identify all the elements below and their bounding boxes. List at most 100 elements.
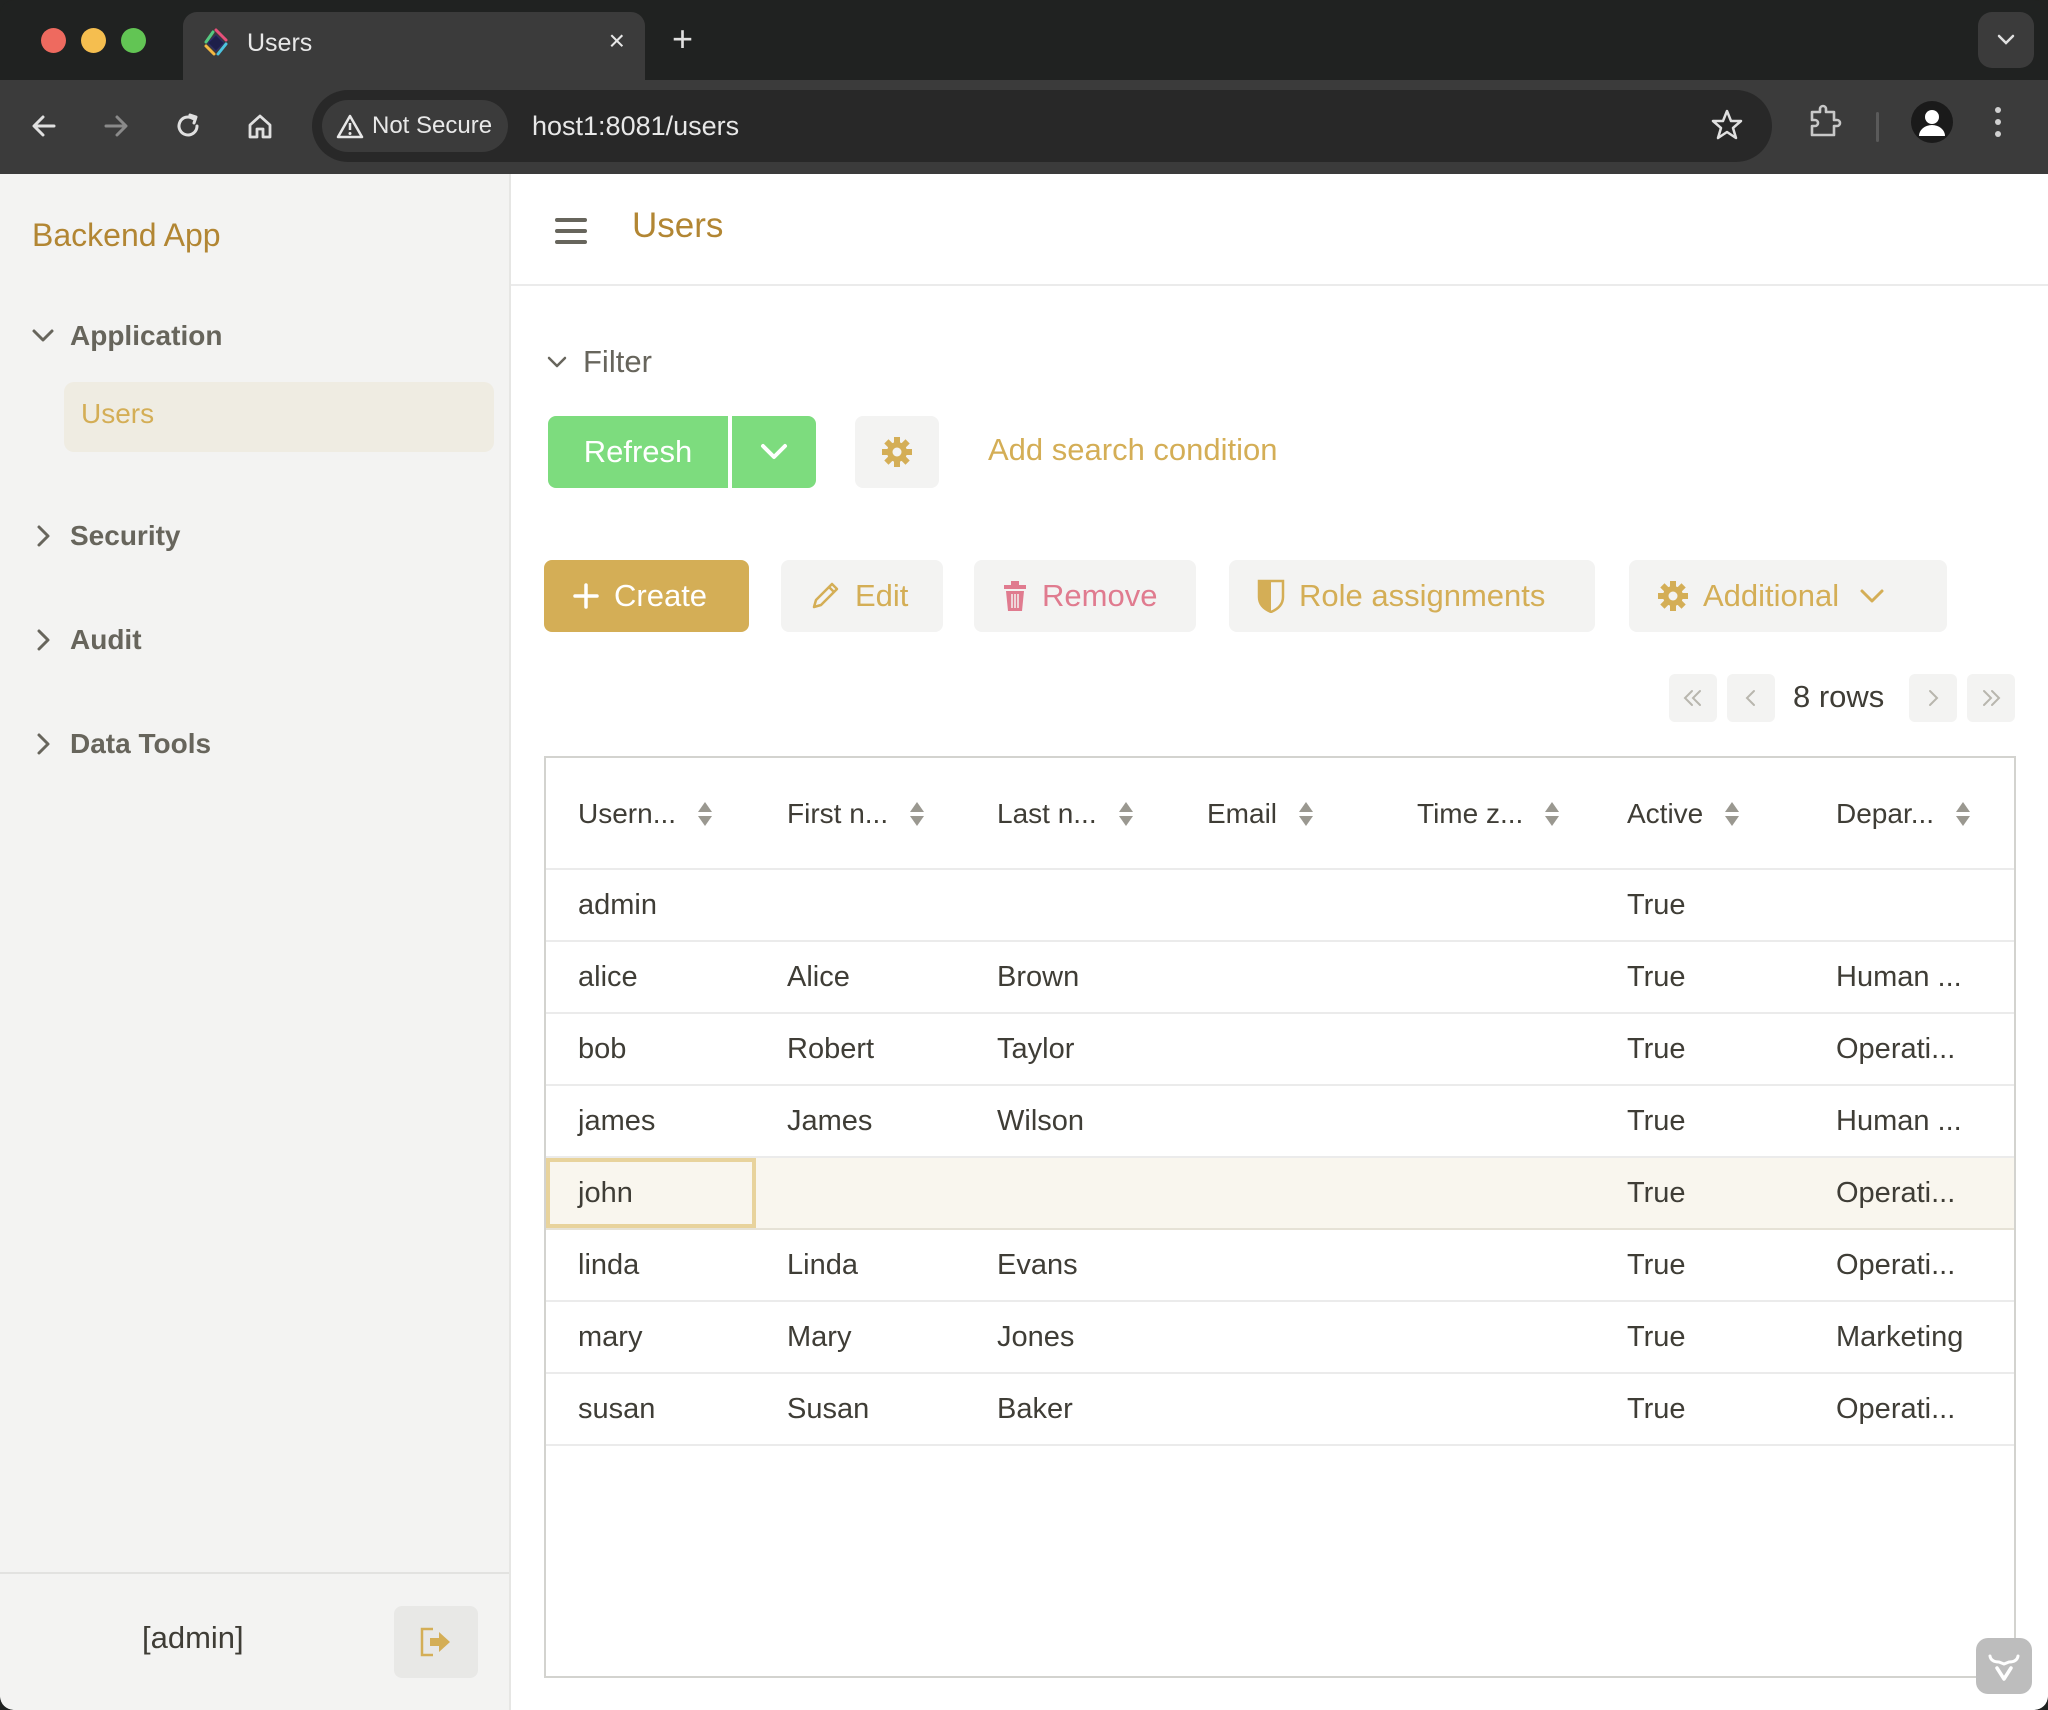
cell-username[interactable]: admin [578,870,657,940]
menu-toggle-button[interactable] [555,218,587,244]
column-header-email[interactable]: Email [1207,794,1314,834]
reload-button[interactable] [164,102,212,150]
security-indicator[interactable]: Not Secure [322,100,509,152]
back-button[interactable] [20,102,68,150]
cell-username[interactable]: susan [578,1374,655,1444]
cell-username[interactable]: james [578,1086,655,1156]
cell-active[interactable]: True [1627,942,1686,1012]
table-row[interactable]: mary Mary Jones True Marketing [546,1302,2014,1374]
table-row[interactable]: alice Alice Brown True Human ... [546,942,2014,1014]
logout-button[interactable] [394,1606,478,1678]
cell-active[interactable]: True [1627,1374,1686,1444]
sidebar-item-users[interactable]: Users [64,382,494,452]
column-header-department[interactable]: Depar... [1836,794,1971,834]
cell-active[interactable]: True [1627,1086,1686,1156]
cell-last-name[interactable]: Brown [997,942,1079,1012]
column-header-first-name[interactable]: First n... [787,794,925,834]
cell-department[interactable]: Operati... [1836,1014,1955,1084]
cell-first-name[interactable]: Alice [787,942,850,1012]
column-header-active[interactable]: Active [1627,794,1740,834]
table-row[interactable]: bob Robert Taylor True Operati... [546,1014,2014,1086]
sort-icon[interactable] [1956,802,1971,826]
cell-last-name[interactable]: Wilson [997,1086,1084,1156]
add-search-condition-link[interactable]: Add search condition [988,432,1278,468]
table-row[interactable]: james James Wilson True Human ... [546,1086,2014,1158]
sort-icon[interactable] [1545,802,1560,826]
cell-department[interactable]: Operati... [1836,1374,1955,1444]
last-page-button[interactable] [1967,674,2015,722]
additional-menu-button[interactable]: Additional [1629,560,1947,632]
profile-button[interactable] [1910,100,1954,149]
role-assignments-button[interactable]: Role assignments [1229,560,1595,632]
filter-settings-button[interactable] [855,416,939,488]
sort-icon[interactable] [1118,802,1133,826]
next-page-button[interactable] [1909,674,1957,722]
sidebar-group-audit[interactable]: Audit [30,624,142,656]
cell-username[interactable]: john [578,1158,633,1228]
address-bar[interactable]: Not Secure host1:8081/users [312,90,1772,162]
cell-department[interactable]: Operati... [1836,1230,1955,1300]
refresh-button[interactable]: Refresh [548,416,728,488]
sort-icon[interactable] [1725,802,1740,826]
refresh-options-button[interactable] [732,416,816,488]
cell-active[interactable]: True [1627,1158,1686,1228]
forward-button[interactable] [92,102,140,150]
cell-active[interactable]: True [1627,1014,1686,1084]
cell-last-name[interactable]: Jones [997,1302,1074,1372]
first-page-button[interactable] [1669,674,1717,722]
cell-department[interactable]: Human ... [1836,1086,1962,1156]
sort-icon[interactable] [698,802,713,826]
cell-username[interactable]: mary [578,1302,642,1372]
cell-active[interactable]: True [1627,1230,1686,1300]
filter-toggle[interactable]: Filter [545,344,652,380]
minimize-window-button[interactable] [81,28,106,53]
cell-first-name[interactable]: Susan [787,1374,869,1444]
cell-last-name[interactable]: Baker [997,1374,1073,1444]
table-row[interactable]: linda Linda Evans True Operati... [546,1230,2014,1302]
cell-department[interactable]: Human ... [1836,942,1962,1012]
close-window-button[interactable] [41,28,66,53]
maximize-window-button[interactable] [121,28,146,53]
url-text[interactable]: host1:8081/users [532,108,739,144]
dev-tools-button[interactable] [1976,1638,2032,1694]
close-tab-icon[interactable]: × [609,24,625,58]
cell-first-name[interactable]: Linda [787,1230,858,1300]
sort-icon[interactable] [910,802,925,826]
cell-last-name[interactable]: Taylor [997,1014,1074,1084]
role-assignments-label: Role assignments [1299,578,1546,613]
cell-first-name[interactable]: James [787,1086,872,1156]
table-row[interactable]: admin True [546,870,2014,942]
cell-username[interactable]: alice [578,942,638,1012]
sidebar-group-data-tools[interactable]: Data Tools [30,728,211,760]
table-row[interactable]: susan Susan Baker True Operati... [546,1374,2014,1446]
create-button[interactable]: Create [544,560,749,632]
column-header-last-name[interactable]: Last n... [997,794,1133,834]
bookmark-star-icon[interactable] [1710,108,1744,142]
column-header-username[interactable]: Usern... [578,794,713,834]
new-tab-button[interactable]: + [672,18,693,60]
browser-menu-button[interactable] [1990,102,2006,147]
cell-first-name[interactable]: Mary [787,1302,851,1372]
cell-last-name[interactable]: Evans [997,1230,1078,1300]
home-button[interactable] [236,102,284,150]
table-row[interactable]: john True Operati... [546,1158,2014,1230]
logout-icon [420,1627,450,1657]
sidebar-group-security[interactable]: Security [30,520,181,552]
extensions-button[interactable] [1806,102,1844,147]
browser-tab-users[interactable]: Users × [183,12,645,80]
home-icon [248,114,272,139]
cell-active[interactable]: True [1627,1302,1686,1372]
cell-department[interactable]: Marketing [1836,1302,1963,1372]
remove-button[interactable]: Remove [974,560,1196,632]
tab-search-button[interactable] [1978,12,2034,68]
column-header-time-zone[interactable]: Time z... [1417,794,1560,834]
cell-first-name[interactable]: Robert [787,1014,874,1084]
cell-username[interactable]: linda [578,1230,639,1300]
sort-icon[interactable] [1299,802,1314,826]
sidebar-group-application[interactable]: Application [30,320,222,352]
previous-page-button[interactable] [1727,674,1775,722]
edit-button[interactable]: Edit [781,560,943,632]
cell-username[interactable]: bob [578,1014,626,1084]
cell-active[interactable]: True [1627,870,1686,940]
cell-department[interactable]: Operati... [1836,1158,1955,1228]
